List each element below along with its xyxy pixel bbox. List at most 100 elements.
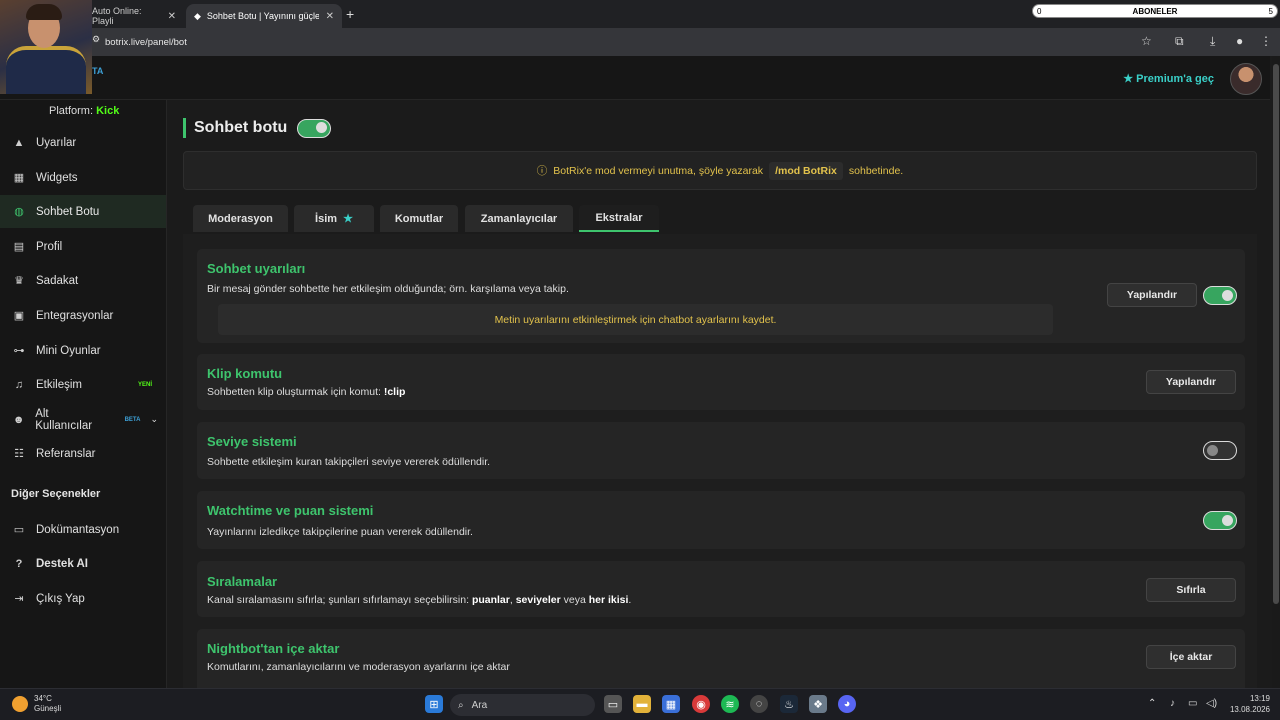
- chatbot-enable-toggle[interactable]: [297, 118, 332, 138]
- profile-icon[interactable]: ●: [1236, 34, 1243, 48]
- weather-desc: Güneşli: [34, 704, 62, 713]
- microphone-icon[interactable]: ♪: [1170, 698, 1175, 709]
- sidebar-item-label: Uyarılar: [36, 136, 77, 149]
- tab-label: Komutlar: [394, 212, 444, 225]
- sidebar-item-chatbot[interactable]: ◍ Sohbet Botu: [0, 195, 166, 228]
- sidebar-item-widgets[interactable]: ▦ Widgets: [0, 161, 166, 194]
- tab-label: Zamanlayıcılar: [480, 212, 558, 225]
- avatar[interactable]: [1230, 63, 1262, 95]
- desc-text: Sohbetten klip oluşturmak için komut:: [207, 386, 381, 398]
- watchtime-toggle[interactable]: [1203, 511, 1237, 530]
- sidebar-item-alerts[interactable]: ▲ Uyarılar: [0, 126, 166, 159]
- browser-tab[interactable]: Auto Online: Playli ✕: [84, 4, 184, 28]
- configure-alerts-button[interactable]: Yapılandır: [1107, 283, 1197, 307]
- search-placeholder: Ara: [471, 699, 488, 711]
- reset-ranking-button[interactable]: Sıfırla: [1146, 578, 1236, 602]
- sidebar-item-label: Entegrasyonlar: [36, 309, 114, 322]
- chat-alerts-toggle[interactable]: [1203, 286, 1237, 305]
- site-info-icon[interactable]: ⚙: [92, 34, 100, 45]
- sidebar-item-subusers[interactable]: ☻ Alt Kullanıcılar BETA ⌄: [0, 403, 166, 436]
- new-badge: YENİ: [137, 381, 152, 388]
- chrome-icon[interactable]: ◉: [692, 695, 710, 713]
- download-icon[interactable]: ⤓: [1210, 34, 1215, 49]
- sidebar-item-minigames[interactable]: ⊶ Mini Oyunlar: [0, 334, 166, 367]
- sidebar-item-label: Çıkış Yap: [36, 592, 85, 605]
- configure-clip-button[interactable]: Yapılandır: [1146, 370, 1236, 394]
- tab-moderation[interactable]: Moderasyon: [193, 205, 288, 232]
- app-icon-2[interactable]: ❖: [809, 695, 827, 713]
- mod-notice-banner: ⓘ BotRix'e mod vermeyi unutma, şöyle yaz…: [183, 151, 1257, 190]
- tab-title: Sohbet Botu | Yayınını güçlendi: [206, 11, 319, 21]
- music-icon: ♫: [14, 378, 24, 391]
- app-header: ★ Premium'a geç: [0, 56, 1270, 100]
- card-title: Seviye sistemi: [207, 434, 297, 449]
- id-card-icon: ▤: [13, 241, 25, 253]
- network-icon[interactable]: ▭: [1188, 698, 1197, 709]
- close-tab-icon[interactable]: ✕: [326, 11, 334, 22]
- new-tab-button[interactable]: +: [346, 6, 354, 22]
- sidebar-item-support-ai[interactable]: ? Destek AI: [0, 547, 166, 580]
- spotify-icon[interactable]: ≋: [721, 695, 739, 713]
- clock[interactable]: 13:19 13.08.2026: [1230, 693, 1270, 715]
- card-title: Nightbot'tan içe aktar: [207, 641, 340, 656]
- level-system-card: Seviye sistemi Sohbette etkileşim kuran …: [197, 422, 1245, 479]
- clock-date: 13.08.2026: [1229, 705, 1270, 714]
- sidebar-item-label: Profil: [36, 240, 63, 253]
- url-field[interactable]: botrix.live/panel/bot: [105, 37, 187, 48]
- tab-timers[interactable]: Zamanlayıcılar: [465, 205, 573, 232]
- menu-icon[interactable]: ⋮: [1260, 34, 1272, 48]
- logo-beta-tag: TA: [92, 66, 104, 76]
- browser-tab-active[interactable]: ◆ Sohbet Botu | Yayınını güçlendi ✕: [186, 4, 342, 28]
- premium-link[interactable]: ★ Premium'a geç: [1123, 72, 1214, 85]
- scrollbar-thumb[interactable]: [1273, 64, 1279, 604]
- close-tab-icon[interactable]: ✕: [168, 11, 176, 22]
- level-system-toggle[interactable]: [1203, 441, 1237, 460]
- app-icon[interactable]: ◌: [750, 695, 768, 713]
- bookmark-star-icon[interactable]: ☆: [1141, 34, 1152, 48]
- notice-text-end: sohbetinde.: [848, 164, 904, 177]
- sidebar-item-referrals[interactable]: ☷ Referanslar: [0, 437, 166, 470]
- chevron-up-icon[interactable]: ⌃: [1148, 698, 1156, 709]
- weather-widget[interactable]: 34°C Güneşli: [12, 694, 61, 714]
- botrix-favicon-icon: ◆: [194, 10, 201, 21]
- sidebar-item-interaction[interactable]: ♫ Etkileşim YENİ: [0, 368, 166, 401]
- browser-tab-bar: Auto Online: Playli ✕ ◆ Sohbet Botu | Ya…: [0, 0, 1280, 28]
- extensions-icon[interactable]: ⧉: [1175, 34, 1184, 49]
- subscriber-count-left: 0: [1037, 6, 1042, 16]
- taskbar-search[interactable]: ⌕ Ara: [450, 694, 595, 716]
- import-nightbot-button[interactable]: İçe aktar: [1146, 645, 1236, 669]
- page-title-text: Sohbet botu: [194, 119, 288, 136]
- sidebar-item-integrations[interactable]: ▣ Entegrasyonlar: [0, 299, 166, 332]
- tab-name[interactable]: İsim ★: [294, 205, 374, 232]
- address-bar: ⚙ botrix.live/panel/bot ☆ ⧉ ⤓ ● ⋮: [0, 28, 1280, 56]
- weather-temp: 34°C: [34, 694, 52, 703]
- store-icon[interactable]: ▦: [662, 695, 680, 713]
- webcam-overlay: [0, 0, 92, 94]
- mod-command-code: /mod BotRix: [769, 161, 843, 180]
- card-description: Komutlarını, zamanlayıcılarını ve modera…: [207, 661, 510, 673]
- desc-text: Kanal sıralamasını sıfırla; şunları sıfı…: [207, 594, 470, 606]
- file-explorer-icon[interactable]: ▬: [633, 695, 651, 713]
- sidebar-item-docs[interactable]: ▭ Dokümantasyon: [0, 513, 166, 546]
- subscriber-count-right: 5: [1268, 6, 1273, 16]
- tab-label: İsim: [315, 212, 338, 225]
- star-icon: ★: [343, 213, 353, 225]
- task-view-icon[interactable]: ▭: [604, 695, 622, 713]
- volume-icon[interactable]: ◁): [1206, 698, 1217, 709]
- tab-title: Auto Online: Playli: [92, 6, 142, 26]
- sidebar-item-loyalty[interactable]: ♛ Sadakat: [0, 264, 166, 297]
- discord-icon[interactable]: ◕: [838, 695, 856, 713]
- chat-alerts-card: Sohbet uyarıları Bir mesaj gönder sohbet…: [197, 249, 1245, 343]
- steam-icon[interactable]: ♨: [780, 695, 798, 713]
- windows-start-icon[interactable]: ⊞: [425, 695, 443, 713]
- scrollbar[interactable]: [1272, 56, 1280, 688]
- tab-commands[interactable]: Komutlar: [380, 205, 458, 232]
- trophy-icon: ♛: [14, 275, 24, 287]
- page-title: Sohbet botu: [183, 118, 332, 138]
- plug-icon: ▣: [13, 310, 25, 322]
- chevron-down-icon[interactable]: ⌄: [150, 414, 158, 425]
- tab-extras[interactable]: Ekstralar: [579, 205, 659, 232]
- option-levels: seviyeler: [515, 594, 561, 606]
- sidebar-item-logout[interactable]: ⇥ Çıkış Yap: [0, 582, 166, 615]
- sidebar-item-profile[interactable]: ▤ Profil: [0, 230, 166, 263]
